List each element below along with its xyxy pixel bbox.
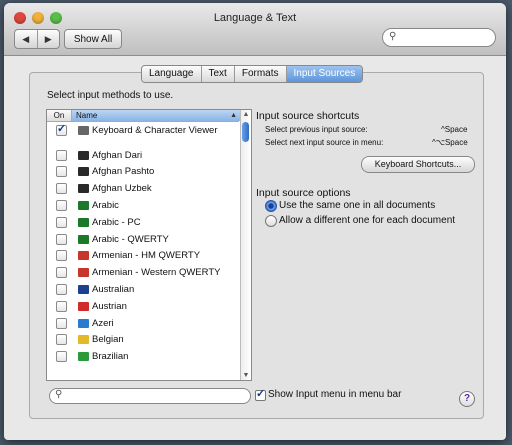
list-item[interactable]: Australian [47, 281, 239, 298]
list-item[interactable]: Armenian - Western QWERTY [47, 264, 239, 281]
enable-checkbox[interactable] [56, 233, 67, 245]
crescent-icon [78, 234, 89, 244]
input-source-search-input[interactable]: ⚲ [49, 388, 251, 404]
enable-checkbox[interactable] [56, 284, 67, 296]
previous-source-key: ^Space [441, 125, 468, 134]
item-name: Afghan Dari [92, 149, 143, 161]
flag-brazil-icon [78, 352, 89, 362]
keyboard-viewer-icon [78, 125, 89, 135]
enable-checkbox[interactable] [56, 200, 67, 212]
item-name: Afghan Uzbek [92, 183, 152, 195]
list-item[interactable]: Arabic - QWERTY [47, 231, 239, 248]
enable-checkbox[interactable] [56, 267, 67, 279]
column-on[interactable]: On [47, 110, 72, 121]
list-item[interactable]: Azeri [47, 315, 239, 332]
show-all-button[interactable]: Show All [64, 29, 122, 49]
input-source-list: On Name ▲ Keyboard & Character Viewer Afg… [46, 109, 252, 381]
list-item[interactable]: Austrian [47, 298, 239, 315]
option-each-label: Allow a different one for each document [279, 215, 456, 226]
item-name: Arabic - PC [92, 216, 141, 228]
list-item[interactable]: Brazilian [47, 348, 239, 365]
forward-icon[interactable]: ▶ [36, 30, 60, 48]
item-name: Azeri [92, 317, 114, 329]
language-text-window: Language & Text ◀ ▶ Show All ⚲ Language … [4, 3, 506, 440]
item-name: Arabic - QWERTY [92, 233, 169, 245]
option-same-label: Use the same one in all documents [279, 200, 436, 211]
enable-checkbox[interactable] [56, 149, 67, 161]
search-icon: ⚲ [389, 31, 397, 42]
flag-azerbaijan-icon [78, 318, 89, 328]
flag-belgium-icon [78, 335, 89, 345]
enable-checkbox[interactable] [56, 183, 67, 195]
tab-text[interactable]: Text [200, 66, 234, 82]
item-name: Armenian - HM QWERTY [92, 250, 201, 262]
previous-source-label: Select previous input source: [265, 125, 368, 134]
crescent-icon [78, 217, 89, 227]
list-item[interactable]: Arabic - PC [47, 214, 239, 231]
item-name: Armenian - Western QWERTY [92, 267, 221, 279]
scroll-thumb[interactable] [242, 122, 249, 142]
column-name[interactable]: Name ▲ [72, 110, 243, 121]
item-name: Brazilian [92, 351, 129, 363]
enable-checkbox[interactable] [56, 351, 67, 363]
enable-checkbox[interactable] [56, 216, 67, 228]
keyboard-shortcuts-button[interactable]: Keyboard Shortcuts... [361, 156, 475, 173]
crescent-icon [78, 201, 89, 211]
item-name: Austrian [92, 300, 127, 312]
back-icon[interactable]: ◀ [15, 30, 37, 48]
next-source-label: Select next input source in menu: [265, 138, 384, 147]
radio-each-document[interactable] [265, 215, 277, 227]
options-heading: Input source options [256, 187, 351, 199]
tab-bar: Language Text Formats Input Sources [141, 65, 364, 83]
flag-afghanistan-icon [78, 150, 89, 160]
item-name: Belgian [92, 334, 124, 346]
show-input-menu-label: Show Input menu in menu bar [268, 389, 402, 400]
preferences-search-input[interactable]: ⚲ [382, 28, 496, 47]
show-input-menu-checkbox[interactable] [255, 387, 266, 401]
list-scrollbar[interactable]: ▲ ▼ [240, 110, 251, 380]
scroll-down-icon[interactable]: ▼ [241, 372, 251, 379]
column-name-label: Name [76, 111, 98, 120]
list-header: On Name ▲ [47, 110, 243, 122]
item-name: Afghan Pashto [92, 166, 155, 178]
list-item[interactable]: Afghan Dari [47, 147, 239, 164]
list-rows: Keyboard & Character Viewer Afghan Dari Af… [47, 122, 239, 365]
item-name: Arabic [92, 200, 119, 212]
enable-checkbox[interactable] [56, 334, 67, 346]
tab-language[interactable]: Language [142, 66, 201, 82]
enable-checkbox[interactable] [56, 250, 67, 262]
list-item[interactable]: Afghan Uzbek [47, 180, 239, 197]
instruction-text: Select input methods to use. [47, 90, 174, 101]
flag-afghanistan-icon [78, 184, 89, 194]
enable-checkbox[interactable] [56, 317, 67, 329]
tab-input-sources[interactable]: Input Sources [285, 66, 363, 82]
list-item[interactable]: Belgian [47, 332, 239, 349]
help-button[interactable]: ? [459, 391, 475, 407]
flag-afghanistan-icon [78, 167, 89, 177]
flag-austria-icon [78, 301, 89, 311]
next-source-key: ^⌥Space [432, 138, 468, 147]
flag-australia-icon [78, 285, 89, 295]
back-forward-control: ◀ ▶ [14, 29, 60, 49]
scroll-up-icon[interactable]: ▲ [241, 111, 251, 118]
enable-checkbox[interactable] [56, 300, 67, 312]
sort-ascending-icon: ▲ [230, 112, 237, 119]
list-item[interactable]: Armenian - HM QWERTY [47, 248, 239, 265]
window-title: Language & Text [213, 12, 297, 24]
item-name: Australian [92, 284, 135, 296]
list-item[interactable]: Keyboard & Character Viewer [47, 122, 239, 139]
titlebar: Language & Text ◀ ▶ Show All ⚲ [4, 3, 506, 56]
item-name: Keyboard & Character Viewer [92, 124, 218, 136]
flag-armenia-icon [78, 268, 89, 278]
enable-checkbox[interactable] [56, 122, 67, 136]
list-item[interactable]: Arabic [47, 197, 239, 214]
flag-armenia-icon [78, 251, 89, 261]
list-separator [47, 139, 239, 147]
radio-same-document[interactable] [265, 200, 277, 212]
search-icon: ⚲ [55, 389, 63, 400]
shortcuts-heading: Input source shortcuts [256, 110, 360, 122]
tab-formats[interactable]: Formats [233, 66, 286, 82]
list-item[interactable]: Afghan Pashto [47, 164, 239, 181]
enable-checkbox[interactable] [56, 166, 67, 178]
